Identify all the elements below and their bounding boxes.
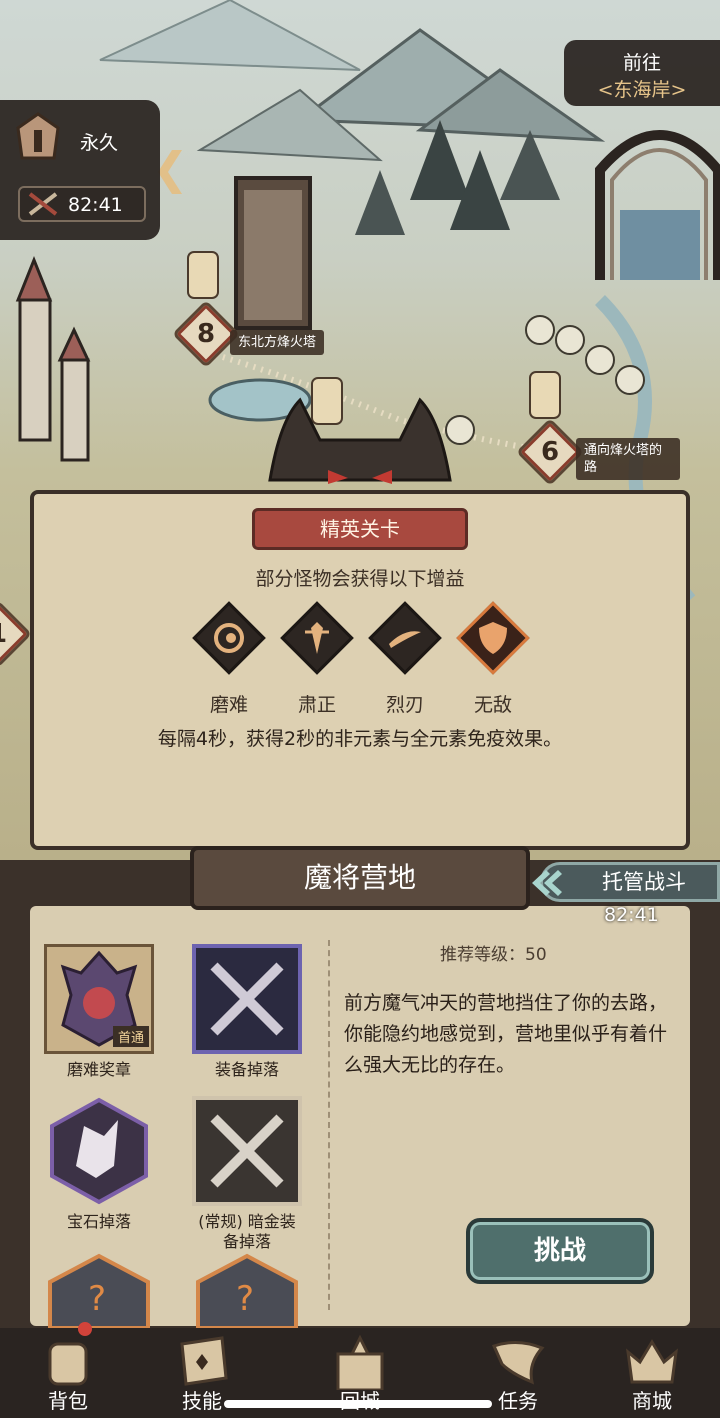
node-number: 1 (0, 619, 8, 649)
elite-subtitle: 部分怪物会获得以下增益 (255, 568, 465, 590)
crossed-swords-icon (210, 962, 284, 1036)
first-clear-badge: 首通 (112, 1026, 149, 1047)
nav-label: 商城 (632, 1389, 672, 1413)
buff-label: 肃正 (297, 694, 336, 716)
node-number: 6 (540, 437, 560, 467)
reward-label: 宝石掉落 (66, 1212, 131, 1231)
nav-label: 背包 (48, 1389, 88, 1413)
svg-text:?: ? (236, 1279, 254, 1319)
reward-torment-medal[interactable]: 首通 磨难奖章 (44, 944, 154, 1080)
recommended-level: 推荐等级：50 (440, 945, 547, 965)
reward-label: (常规) 暗金装备掉落 (198, 1212, 296, 1251)
spiral-icon (214, 623, 244, 653)
nav-backpack[interactable]: 背包 (8, 1328, 128, 1418)
nav-shop[interactable]: 商城 (592, 1328, 712, 1418)
gem-icon (50, 1097, 148, 1205)
buff-invincible[interactable] (456, 601, 530, 675)
buff-blade[interactable] (368, 601, 442, 675)
double-chevron-icon (532, 870, 562, 896)
buff-label: 无敌 (473, 694, 512, 716)
stage-node-label: 东北方烽火塔 (230, 330, 325, 355)
panel-divider (328, 940, 330, 1310)
reward-label: 装备掉落 (214, 1060, 279, 1079)
buff-label: 磨难 (209, 694, 248, 716)
mystery-reward-icon[interactable]: ? (192, 1252, 302, 1328)
horn-icon (491, 1341, 545, 1385)
mystery-reward-icon[interactable]: ? (44, 1252, 154, 1328)
permanent-label: 永久 (80, 132, 119, 154)
stage-title: 魔将营地 (190, 846, 530, 910)
buff-label: 烈刃 (385, 694, 424, 716)
buff-purge[interactable] (280, 601, 354, 675)
auto-battle-timer: 82:41 (604, 904, 659, 926)
goto-destination: <东海岸> (597, 79, 687, 101)
stage-description: 前方魔气冲天的营地挡住了你的去路，你能隐约地感觉到，营地里似乎有着什么强大无比的… (344, 992, 668, 1076)
goto-title: 前往 (622, 52, 661, 74)
elite-ribbon: 精英关卡 (252, 508, 468, 550)
helmet-icon (16, 112, 60, 160)
buff-torment[interactable] (192, 601, 266, 675)
reward-dark-gold-equipment[interactable]: (常规) 暗金装备掉落 (192, 1096, 302, 1252)
svg-text:?: ? (88, 1279, 106, 1319)
reward-label: 磨难奖章 (66, 1060, 131, 1079)
notification-dot (78, 1322, 92, 1336)
buff-description: 每隔4秒，获得2秒的非元素与全元素免疫效果。 (157, 728, 563, 750)
reward-gem-drop[interactable]: 宝石掉落 (44, 1096, 154, 1232)
shield-icon (479, 622, 507, 654)
crossed-swords-icon (210, 1114, 284, 1188)
backpack-icon (48, 1342, 88, 1386)
reward-equipment-drop[interactable]: 装备掉落 (192, 944, 302, 1080)
home-indicator[interactable] (224, 1400, 492, 1408)
castle-icon (336, 1334, 384, 1390)
skill-book-icon (180, 1336, 228, 1386)
stage-node-label: 通向烽火塔的路 (576, 438, 680, 480)
slash-icon (389, 631, 421, 648)
timer-text: 82:41 (68, 194, 123, 216)
sword-down-icon (305, 622, 329, 654)
challenge-button[interactable]: 挑战 (466, 1218, 654, 1284)
goto-destination-button[interactable]: 前往 <东海岸> (564, 40, 720, 106)
crossed-swords-icon (28, 192, 58, 216)
crown-shop-icon (626, 1339, 678, 1384)
node-number: 8 (196, 319, 216, 349)
stamina-timer: 82:41 (18, 186, 146, 222)
